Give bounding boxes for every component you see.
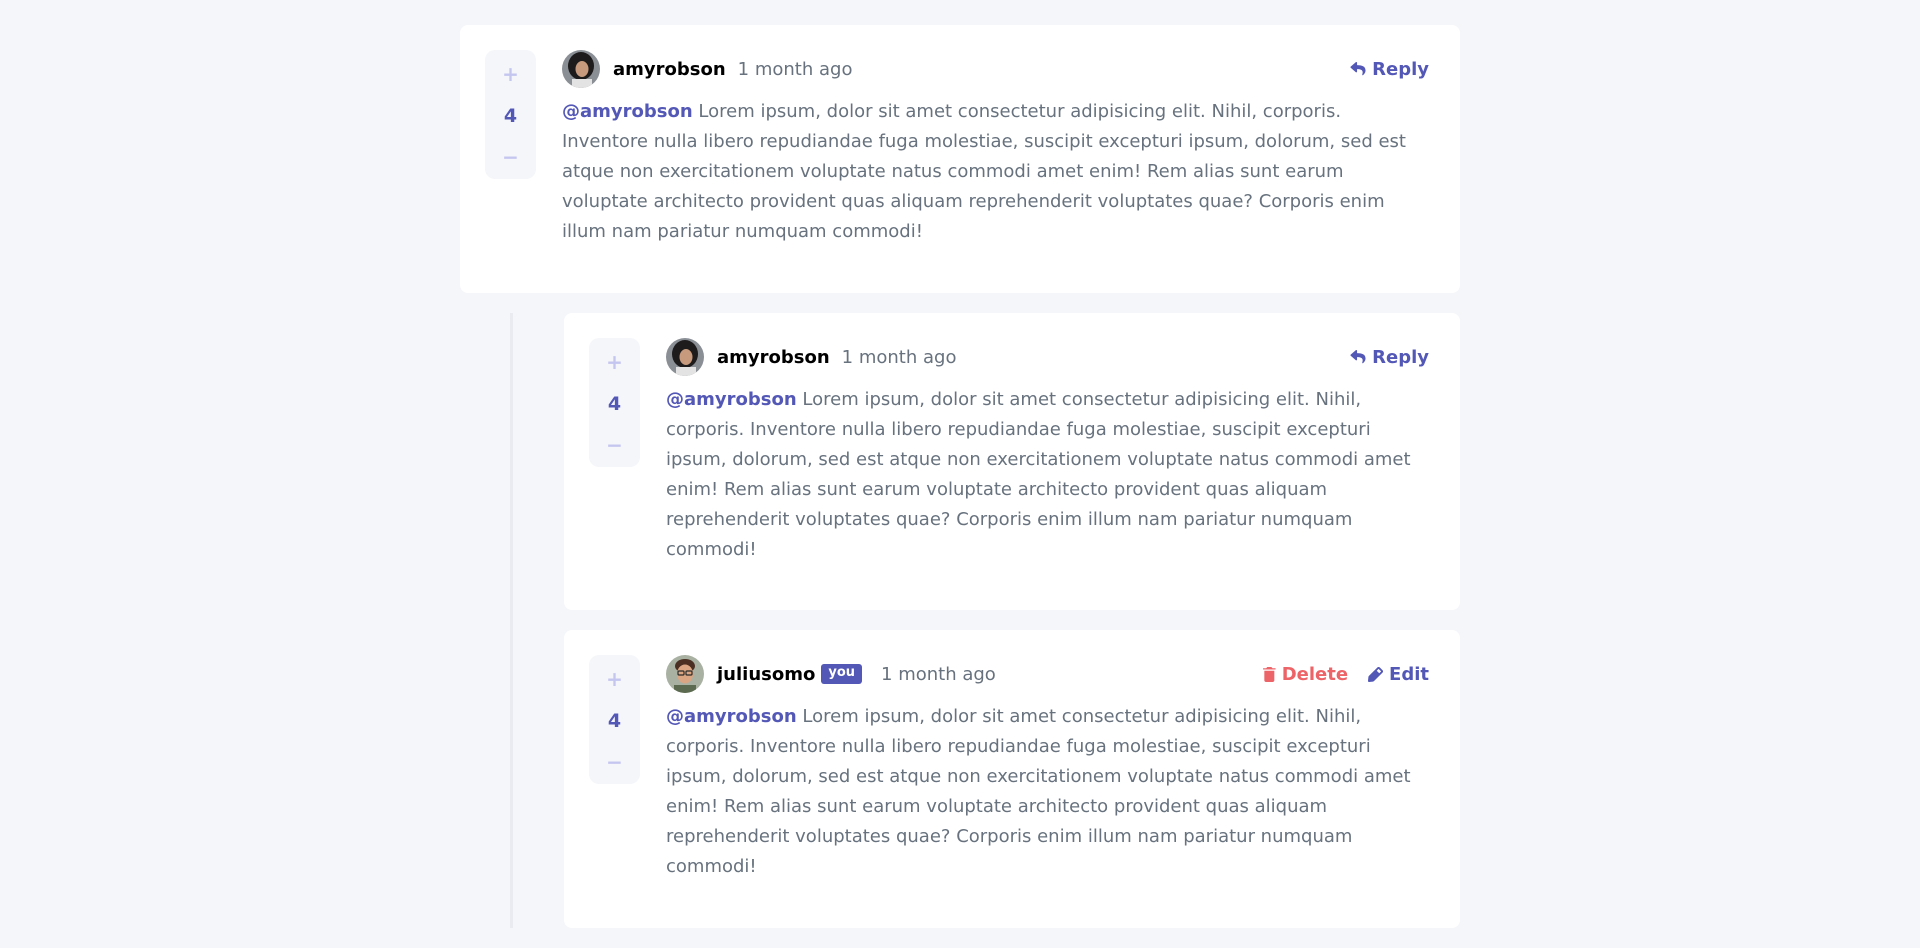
comment-content: Lorem ipsum, dolor sit amet consectetur … (666, 389, 1411, 560)
edit-label: Edit (1389, 663, 1429, 685)
comment-header: amyrobson 1 month ago Reply (562, 50, 1429, 88)
timestamp: 1 month ago (737, 58, 853, 80)
you-badge: you (821, 664, 863, 684)
reply-card: + 4 − amyrobson 1 month ago Reply @amyro… (564, 313, 1460, 610)
comment-content: Lorem ipsum, dolor sit amet consectetur … (562, 101, 1406, 242)
reply-arrow-icon (1350, 62, 1366, 76)
vote-widget: + 4 − (589, 338, 640, 467)
comment-text: @amyrobson Lorem ipsum, dolor sit amet c… (666, 385, 1429, 565)
avatar (666, 655, 704, 693)
mention-link[interactable]: @amyrobson (562, 101, 693, 122)
comment-header: juliusomo you 1 month ago Delete Edit (666, 655, 1429, 693)
delete-button[interactable]: Delete (1262, 663, 1349, 685)
downvote-button[interactable]: − (606, 435, 623, 455)
reply-button[interactable]: Reply (1350, 347, 1429, 368)
comment-actions: Reply (1350, 347, 1429, 368)
reply-button[interactable]: Reply (1350, 59, 1429, 80)
downvote-button[interactable]: − (606, 752, 623, 772)
avatar-amyrobson-icon (562, 50, 600, 88)
comment-card: + 4 − amyrobson 1 month ago Reply @amyro… (460, 25, 1460, 293)
username[interactable]: juliusomo (717, 664, 815, 685)
delete-label: Delete (1281, 663, 1349, 685)
vote-score: 4 (503, 104, 518, 127)
trash-icon (1262, 666, 1276, 682)
comment-content: Lorem ipsum, dolor sit amet consectetur … (666, 706, 1411, 877)
comment-actions: Reply (1350, 59, 1429, 80)
timestamp: 1 month ago (841, 346, 957, 368)
comment-text: @amyrobson Lorem ipsum, dolor sit amet c… (562, 97, 1429, 247)
comment-thread: + 4 − amyrobson 1 month ago Reply @amyro… (460, 25, 1460, 293)
comment-actions: Delete Edit (1262, 663, 1429, 685)
vote-widget: + 4 − (589, 655, 640, 784)
reply-label: Reply (1372, 346, 1429, 368)
reply-label: Reply (1372, 58, 1429, 80)
avatar-juliusomo-icon (666, 655, 704, 693)
comment-header: amyrobson 1 month ago Reply (666, 338, 1429, 376)
avatar (562, 50, 600, 88)
username[interactable]: amyrobson (613, 59, 726, 80)
upvote-button[interactable]: + (606, 669, 623, 689)
edit-button[interactable]: Edit (1368, 664, 1429, 685)
comment-text: @amyrobson Lorem ipsum, dolor sit amet c… (666, 702, 1429, 882)
vote-score: 4 (607, 709, 622, 732)
upvote-button[interactable]: + (502, 64, 519, 84)
mention-link[interactable]: @amyrobson (666, 389, 797, 410)
pencil-icon (1368, 666, 1384, 682)
upvote-button[interactable]: + (606, 352, 623, 372)
vote-score: 4 (607, 392, 622, 415)
replies-list: + 4 − amyrobson 1 month ago Reply @amyro… (460, 313, 1460, 948)
downvote-button[interactable]: − (502, 147, 519, 167)
vote-widget: + 4 − (485, 50, 536, 179)
reply-arrow-icon (1350, 350, 1366, 364)
reply-card-own: + 4 − juliusomo you 1 month ago Delete E… (564, 630, 1460, 928)
timestamp: 1 month ago (881, 663, 996, 685)
username[interactable]: amyrobson (717, 347, 830, 368)
avatar-amyrobson-icon (666, 338, 704, 376)
mention-link[interactable]: @amyrobson (666, 706, 797, 727)
avatar (666, 338, 704, 376)
